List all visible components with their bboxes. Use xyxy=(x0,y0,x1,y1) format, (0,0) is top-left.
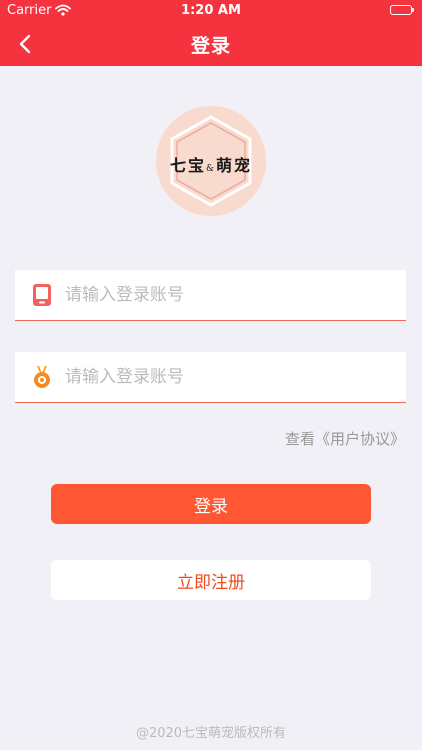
status-bar: Carrier 1:20 AM xyxy=(0,0,422,22)
medal-icon xyxy=(31,365,53,389)
logo-text-left: 七宝 xyxy=(169,156,206,175)
login-button[interactable]: 登录 xyxy=(51,484,371,524)
page-title: 登录 xyxy=(190,35,231,57)
user-agreement-link[interactable]: 查看《用户协议》 xyxy=(285,428,405,449)
logo-ampersand: & xyxy=(205,164,216,174)
password-field xyxy=(15,352,406,403)
app-logo: 七宝&萌宠 xyxy=(156,106,266,216)
register-button[interactable]: 立即注册 xyxy=(51,560,371,600)
account-input[interactable] xyxy=(65,270,395,320)
logo-text: 七宝&萌宠 xyxy=(156,152,266,176)
battery-icon xyxy=(390,5,414,15)
copyright-text: @2020七宝萌宠版权所有 xyxy=(135,726,287,741)
password-input[interactable] xyxy=(65,352,395,402)
logo-text-right: 萌宠 xyxy=(216,156,253,175)
account-field xyxy=(15,270,406,321)
status-time: 1:20 AM xyxy=(181,3,241,18)
nav-bar: 登录 xyxy=(0,22,422,66)
phone-icon xyxy=(31,283,53,307)
